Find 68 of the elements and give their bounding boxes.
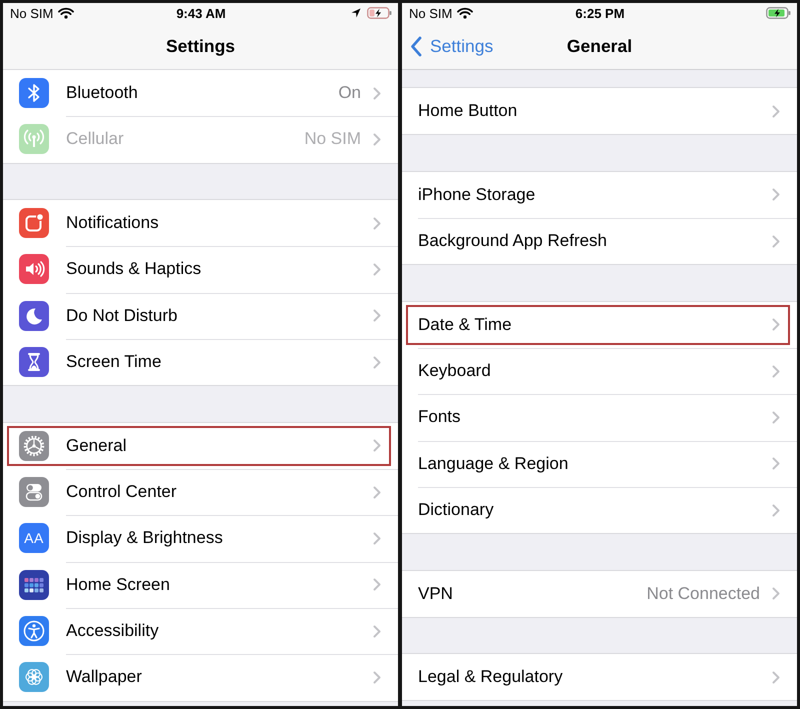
status-time: 9:43 AM <box>176 6 226 20</box>
row-value: No SIM <box>304 129 361 150</box>
settings-row[interactable]: General <box>3 422 398 469</box>
settings-row[interactable]: AA Display & Brightness <box>3 515 398 562</box>
settings-row[interactable]: Control Center <box>3 468 398 516</box>
hourglass-icon <box>19 347 49 378</box>
chevron-right-icon <box>373 86 381 100</box>
notification-icon <box>19 208 49 238</box>
wifi-icon <box>58 7 74 19</box>
settings-row[interactable]: Bluetooth On <box>3 70 398 116</box>
wifi-icon <box>457 7 474 19</box>
settings-row[interactable]: Screen Time <box>3 338 398 386</box>
nav-title: Settings <box>166 36 236 56</box>
settings-row[interactable]: Legal & Regulatory <box>402 654 797 700</box>
settings-row[interactable]: Fonts <box>402 394 797 441</box>
speaker-icon <box>19 254 49 284</box>
chevron-right-icon <box>373 356 381 369</box>
app-grid-icon <box>19 570 49 600</box>
chevron-right-icon <box>772 504 780 517</box>
text-size-icon: AA <box>19 523 49 554</box>
flower-icon <box>19 662 49 692</box>
moon-icon <box>19 300 49 331</box>
toggle-switches-icon <box>19 477 49 508</box>
settings-row[interactable]: Date & Time <box>402 302 797 348</box>
chevron-right-icon <box>772 104 780 118</box>
settings-row[interactable]: Background App Refresh <box>402 218 797 264</box>
chevron-right-icon <box>772 587 780 600</box>
chevron-right-icon <box>373 262 381 276</box>
chevron-right-icon <box>373 486 381 499</box>
chevron-right-icon <box>772 670 780 684</box>
chevron-right-icon <box>373 216 381 230</box>
chevron-right-icon <box>373 578 381 592</box>
chevron-right-icon <box>373 532 381 545</box>
settings-row[interactable]: Home Screen <box>3 562 398 608</box>
settings-row[interactable]: Language & Region <box>402 440 797 487</box>
settings-row[interactable]: Accessibility <box>3 608 398 654</box>
settings-row[interactable]: VPN Not Connected <box>402 570 797 617</box>
row-value: Not Connected <box>646 584 760 604</box>
carrier-label: No SIM <box>409 6 452 20</box>
settings-row[interactable]: Wallpaper <box>3 654 398 701</box>
chevron-right-icon <box>772 234 780 248</box>
chevron-right-icon <box>373 624 381 638</box>
chevron-right-icon <box>772 457 780 470</box>
settings-row[interactable]: Dictionary <box>402 486 797 534</box>
bluetooth-icon <box>19 78 49 108</box>
chevron-right-icon <box>772 188 780 202</box>
settings-row[interactable]: Do Not Disturb <box>3 292 398 339</box>
chevron-right-icon <box>772 410 780 424</box>
chevron-right-icon <box>373 132 381 146</box>
settings-row[interactable]: Home Button <box>402 88 797 134</box>
antenna-icon <box>19 124 49 154</box>
settings-row[interactable]: Keyboard <box>402 348 797 394</box>
settings-row[interactable]: Notifications <box>3 200 398 246</box>
chevron-right-icon <box>772 364 780 378</box>
settings-row[interactable]: iPhone Storage <box>402 172 797 218</box>
chevron-right-icon <box>373 439 381 452</box>
chevron-left-icon <box>410 36 422 56</box>
settings-row[interactable]: Sounds & Haptics <box>3 246 398 293</box>
chevron-right-icon <box>373 309 381 322</box>
status-time: 6:25 PM <box>575 6 625 20</box>
nav-title: General <box>566 36 632 56</box>
chevron-right-icon <box>772 318 780 332</box>
gear-icon <box>19 430 49 461</box>
row-value: On <box>338 83 361 104</box>
accessibility-icon <box>19 616 49 646</box>
carrier-label: No SIM <box>10 6 54 20</box>
chevron-right-icon <box>373 670 381 684</box>
back-button[interactable]: Settings <box>402 36 498 56</box>
